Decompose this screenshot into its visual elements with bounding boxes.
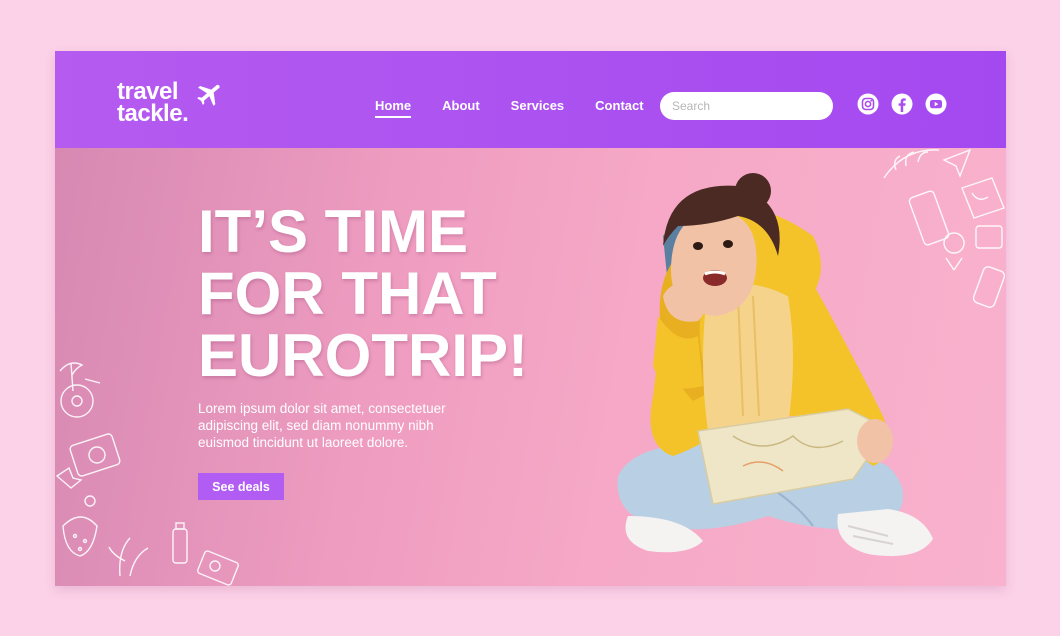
traveler-photo: [617, 173, 933, 557]
nav-home[interactable]: Home: [375, 98, 412, 118]
see-deals-button[interactable]: See deals: [198, 473, 284, 500]
airplane-icon: [197, 84, 220, 106]
hero-description: Lorem ipsum dolor sit amet, consectetuer…: [198, 400, 488, 451]
hero-title-line-1: IT’S TIME: [198, 198, 468, 265]
hero-text-line-3: euismod tincidunt ut laoreet dolore.: [198, 435, 409, 450]
brand-dot: .: [182, 100, 189, 127]
header-bar: travel tackle. Home About Services Conta…: [55, 51, 1006, 148]
main-nav: Home About Services Contact: [375, 98, 675, 118]
instagram-icon[interactable]: [857, 93, 879, 115]
hero-title: IT’S TIME FOR THAT EUROTRIP!: [198, 201, 528, 387]
social-links: [857, 93, 947, 115]
nav-contact[interactable]: Contact: [595, 98, 643, 118]
hero-title-line-2: FOR THAT: [198, 260, 497, 327]
youtube-icon[interactable]: [925, 93, 947, 115]
hero-text-line-2: adipiscing elit, sed diam nonummy nibh: [198, 418, 434, 433]
brand-logo[interactable]: travel tackle.: [117, 80, 220, 127]
facebook-icon[interactable]: [891, 93, 913, 115]
landing-page: travel tackle. Home About Services Conta…: [55, 51, 1006, 586]
brand-line-2: tackle: [117, 100, 183, 127]
search-input[interactable]: [660, 92, 833, 120]
nav-services[interactable]: Services: [511, 98, 565, 118]
hero-text-line-1: Lorem ipsum dolor sit amet, consectetuer: [198, 401, 446, 416]
nav-about[interactable]: About: [442, 98, 480, 118]
hero-title-line-3: EUROTRIP!: [198, 322, 528, 389]
